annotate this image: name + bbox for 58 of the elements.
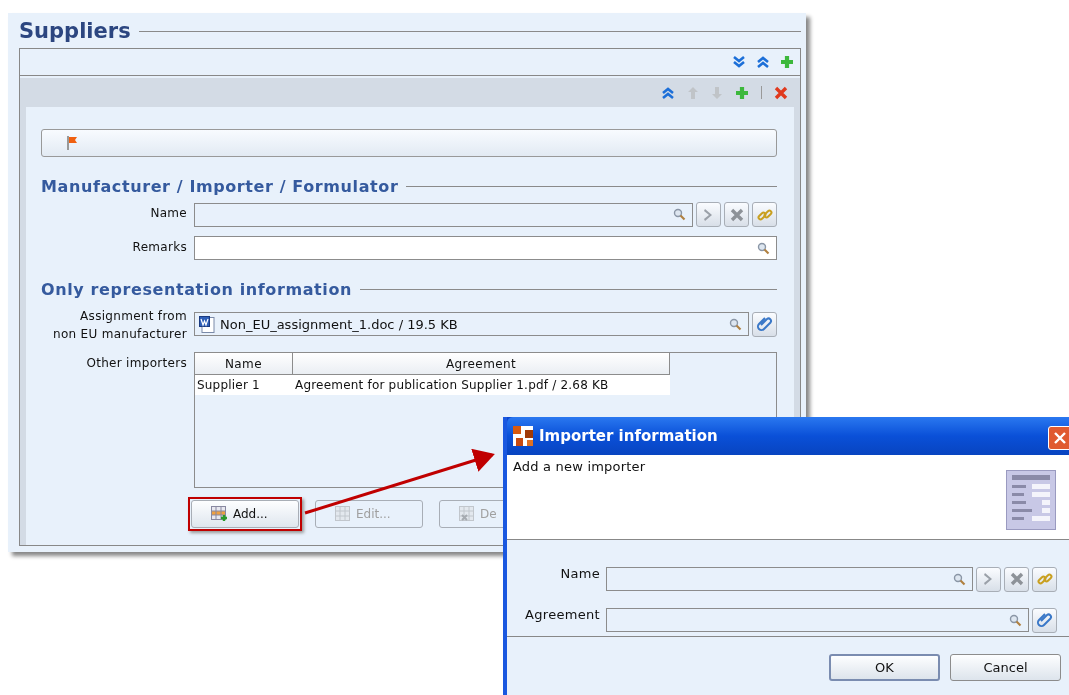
table-delete-icon (459, 506, 475, 522)
file-field[interactable] (606, 608, 1029, 632)
select-button[interactable] (696, 202, 721, 227)
chain-link-icon (1036, 571, 1053, 587)
column-header[interactable]: Agreement (293, 353, 670, 375)
table-icon (335, 506, 351, 522)
section-title: Only representation information (41, 280, 352, 299)
input-field[interactable] (194, 236, 777, 260)
dialog-button[interactable]: Cancel (950, 654, 1061, 681)
clear-button[interactable] (1004, 566, 1029, 592)
panel-title: Suppliers (19, 19, 131, 43)
close-icon (729, 207, 744, 222)
dialog-description: Add a new importer (513, 459, 646, 474)
app-icon (513, 426, 533, 446)
field-label: Name (559, 565, 600, 583)
search-icon[interactable] (757, 241, 770, 255)
dialog-title: Importer information (539, 427, 718, 445)
dialog-button[interactable]: OK (829, 654, 940, 681)
file-field[interactable]: Non_EU_assignment_1.doc / 19.5 KB (194, 312, 749, 336)
add-icon[interactable] (780, 55, 794, 69)
collapse-icon[interactable] (661, 85, 675, 100)
close-button[interactable] (1048, 426, 1069, 450)
table-button[interactable]: Add... (191, 500, 299, 528)
field-label: Assignment from non EU manufacturer (52, 308, 187, 343)
section-title: Manufacturer / Importer / Formulator (41, 177, 399, 196)
field-label: Other importers (85, 355, 187, 372)
link-button[interactable] (752, 202, 777, 227)
search-icon[interactable] (953, 572, 966, 586)
table-add-icon (211, 506, 228, 522)
file-name: Non_EU_assignment_1.doc / 19.5 KB (220, 316, 459, 332)
column-header[interactable]: Name (195, 353, 293, 375)
delete-icon[interactable] (774, 85, 788, 100)
input-field[interactable] (606, 567, 973, 591)
document-icon (199, 315, 215, 333)
search-icon[interactable] (729, 317, 742, 331)
field-label: Name (149, 205, 187, 222)
paperclip-icon (756, 316, 773, 332)
field-label: Remarks (131, 239, 187, 256)
table-cell: Agreement for publication Supplier 1.pdf / 2.68 KB (293, 375, 670, 395)
expand-all-icon[interactable] (732, 55, 746, 69)
input-field[interactable] (194, 202, 693, 227)
collapse-all-icon[interactable] (756, 55, 770, 69)
close-icon (1053, 431, 1067, 445)
paperclip-icon (1036, 612, 1053, 628)
select-button[interactable] (976, 566, 1001, 592)
search-icon[interactable] (673, 208, 686, 221)
form-icon (1006, 470, 1056, 530)
attach-button[interactable] (752, 311, 777, 337)
search-icon[interactable] (1009, 613, 1022, 627)
flag-icon (66, 135, 78, 151)
attach-button[interactable] (1032, 607, 1057, 633)
add-icon[interactable] (735, 85, 749, 100)
close-icon (1009, 572, 1024, 586)
chain-link-icon (756, 206, 773, 223)
field-label: Agreement (524, 606, 600, 624)
clear-button[interactable] (724, 202, 749, 227)
table-cell: Supplier 1 (195, 375, 293, 395)
link-button[interactable] (1032, 566, 1057, 592)
